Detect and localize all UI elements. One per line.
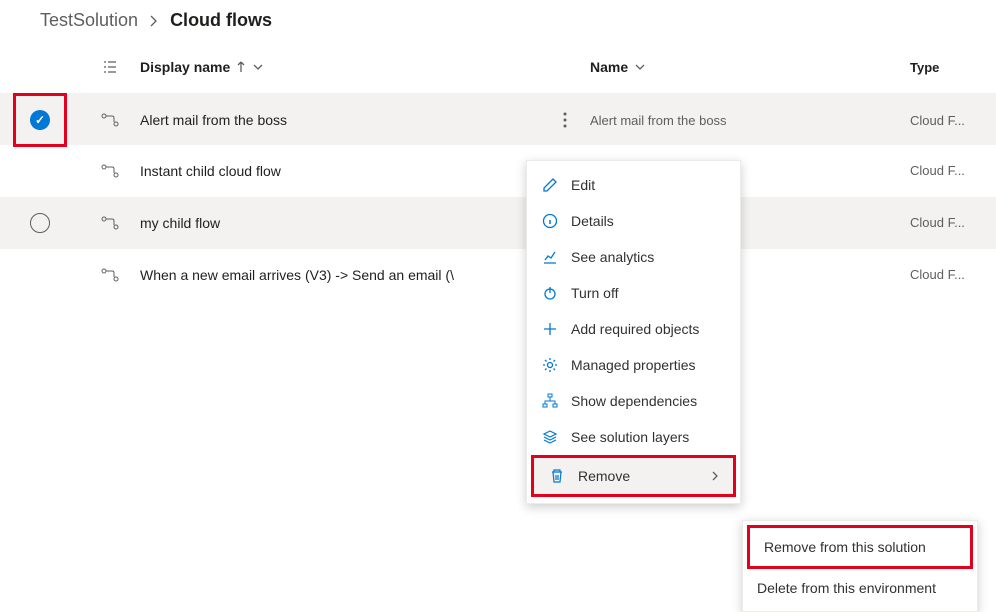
sort-asc-icon [236,61,246,73]
menu-remove[interactable]: Remove [534,458,733,494]
power-icon [541,285,559,301]
flow-icon [80,268,140,282]
menu-details[interactable]: Details [527,203,740,239]
row-type: Cloud F... [910,163,996,178]
plus-icon [541,321,559,337]
menu-edit[interactable]: Edit [527,167,740,203]
chevron-right-icon [148,15,160,27]
row-display-name: Alert mail from the boss [140,112,540,128]
column-header-type[interactable]: Type [910,60,996,75]
context-menu: Edit Details See analytics Turn off Add … [526,160,741,504]
table-row[interactable]: Instant child cloud flow Cloud F... [0,145,996,197]
flow-table: Display name Name Type Al [0,41,996,301]
chevron-right-icon [711,470,719,482]
gear-icon [541,357,559,373]
trash-icon [548,468,566,484]
remove-highlight: Remove [531,455,736,497]
row-display-name: Instant child cloud flow [140,163,540,179]
row-checkbox[interactable] [30,110,50,130]
column-header-display-label: Display name [140,59,230,75]
row-checkbox[interactable] [30,213,50,233]
row-type: Cloud F... [910,267,996,282]
row-display-name: my child flow [140,215,540,231]
chevron-down-icon [252,63,264,71]
row-name: Alert mail from the boss [590,113,910,128]
menu-label: Delete from this environment [757,580,936,596]
menu-dependencies[interactable]: Show dependencies [527,383,740,419]
row-type: Cloud F... [910,113,996,128]
flow-icon [80,164,140,178]
menu-add-required[interactable]: Add required objects [527,311,740,347]
chevron-down-icon [634,63,646,71]
column-header-display[interactable]: Display name [140,59,540,75]
menu-label: Show dependencies [571,393,697,409]
layers-icon [541,429,559,445]
analytics-icon [541,249,559,265]
breadcrumb-solution[interactable]: TestSolution [40,10,138,31]
menu-solution-layers[interactable]: See solution layers [527,419,740,455]
column-header-name-label: Name [590,59,628,75]
menu-label: Edit [571,177,595,193]
table-row[interactable]: my child flow Cloud F... [0,197,996,249]
menu-managed-properties[interactable]: Managed properties [527,347,740,383]
menu-label: Turn off [571,285,618,301]
menu-remove-from-solution[interactable]: Remove from this solution [750,528,970,566]
menu-analytics[interactable]: See analytics [527,239,740,275]
table-row[interactable]: When a new email arrives (V3) -> Send an… [0,249,996,301]
breadcrumb-current: Cloud flows [170,10,272,31]
menu-delete-from-environment[interactable]: Delete from this environment [743,569,977,607]
submenu-highlight: Remove from this solution [747,525,973,569]
dependencies-icon [541,393,559,409]
flow-icon [80,113,140,127]
column-header-type-label: Type [910,60,939,75]
menu-label: Managed properties [571,357,696,373]
menu-turnoff[interactable]: Turn off [527,275,740,311]
list-settings-icon[interactable] [80,59,140,75]
edit-icon [541,177,559,193]
breadcrumb: TestSolution Cloud flows [0,0,996,41]
row-type: Cloud F... [910,215,996,230]
selection-highlight [13,93,67,147]
row-display-name: When a new email arrives (V3) -> Send an… [140,267,540,283]
menu-label: Details [571,213,614,229]
table-row[interactable]: Alert mail from the boss Alert mail from… [0,93,996,145]
menu-label: See solution layers [571,429,689,445]
flow-icon [80,216,140,230]
column-header-name[interactable]: Name [590,59,910,75]
more-actions-button[interactable] [540,112,590,128]
submenu: Remove from this solution Delete from th… [742,520,978,612]
menu-label: Add required objects [571,321,699,337]
menu-label: See analytics [571,249,654,265]
menu-label: Remove from this solution [764,539,926,555]
info-icon [541,213,559,229]
menu-label: Remove [578,468,630,484]
table-header: Display name Name Type [0,41,996,93]
